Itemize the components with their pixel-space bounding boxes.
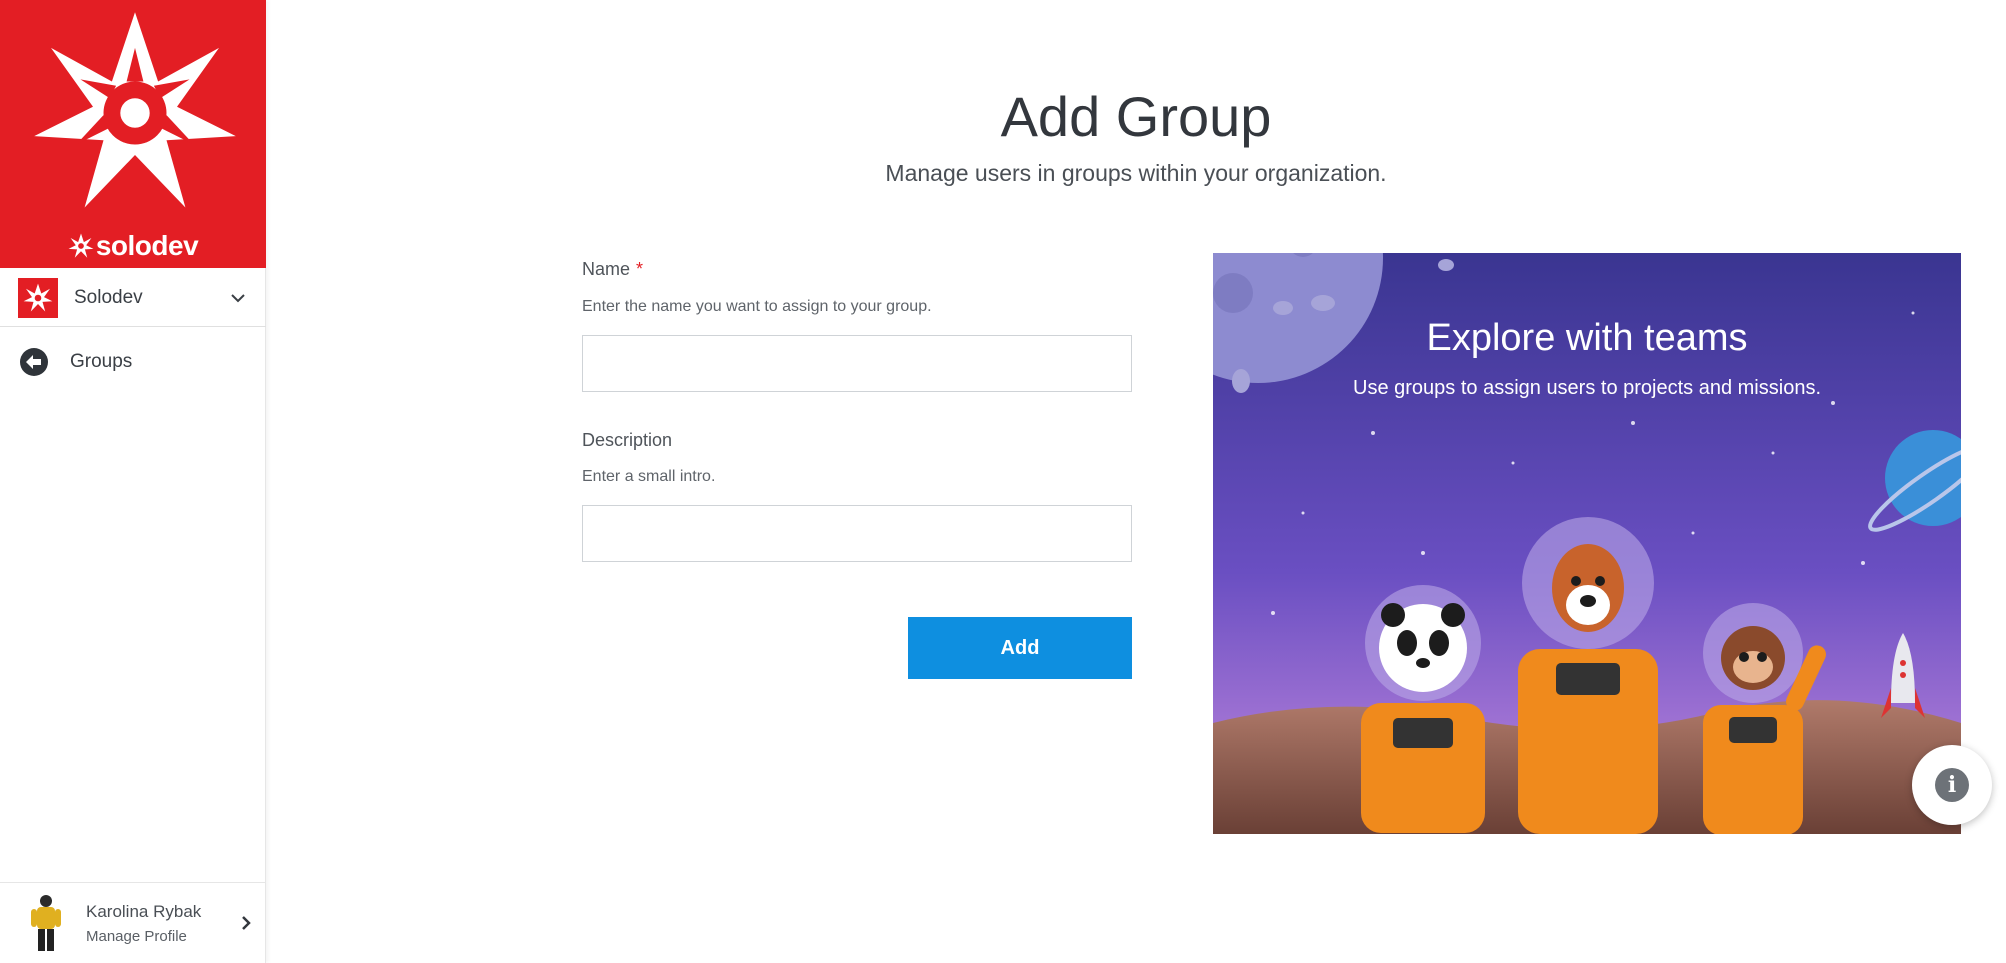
add-button[interactable]: Add bbox=[908, 617, 1132, 679]
organization-select[interactable]: Solodev bbox=[0, 269, 266, 327]
nav-back-groups[interactable]: Groups bbox=[20, 348, 132, 376]
promo-title: Explore with teams bbox=[1426, 317, 1748, 359]
required-marker: * bbox=[636, 259, 644, 279]
solodev-star-icon bbox=[34, 12, 236, 208]
profile-link[interactable]: Karolina Rybak Manage Profile bbox=[0, 882, 266, 963]
brand-wordmark: solodev bbox=[0, 230, 266, 262]
description-field-label: Description bbox=[582, 430, 673, 450]
avatar bbox=[31, 895, 61, 951]
name-label-text: Name bbox=[582, 259, 631, 279]
description-input[interactable] bbox=[582, 505, 1132, 562]
page-subtitle: Manage users in groups within your organ… bbox=[885, 160, 1387, 186]
promo-illustration: Explore with teams Use groups to assign … bbox=[1213, 253, 1961, 834]
name-field-label: Name * bbox=[582, 259, 643, 280]
organization-avatar bbox=[18, 277, 58, 318]
brand-wordmark-text: solodev bbox=[95, 230, 199, 261]
chevron-right-icon bbox=[242, 916, 251, 930]
sidebar: solodev Solodev Groups Karolina Rybak Ma… bbox=[0, 0, 266, 963]
name-field-help: Enter the name you want to assign to you… bbox=[582, 298, 932, 315]
nav-back-label: Groups bbox=[70, 351, 133, 372]
name-input[interactable] bbox=[582, 335, 1132, 392]
description-field-help: Enter a small intro. bbox=[582, 468, 716, 485]
organization-name: Solodev bbox=[74, 286, 143, 308]
profile-name: Karolina Rybak bbox=[86, 901, 202, 921]
arrow-left-circle-icon bbox=[20, 348, 48, 376]
chevron-down-icon bbox=[231, 293, 245, 302]
promo-subtitle: Use groups to assign users to projects a… bbox=[1353, 377, 1821, 399]
solodev-org-icon bbox=[23, 283, 53, 311]
solodev-mini-star-icon bbox=[68, 233, 94, 258]
info-button[interactable]: i bbox=[1912, 745, 1992, 825]
page-title: Add Group bbox=[1000, 85, 1272, 148]
manage-profile-label: Manage Profile bbox=[86, 927, 187, 945]
brand-logo[interactable]: solodev bbox=[0, 0, 266, 268]
info-icon: i bbox=[1935, 768, 1969, 802]
